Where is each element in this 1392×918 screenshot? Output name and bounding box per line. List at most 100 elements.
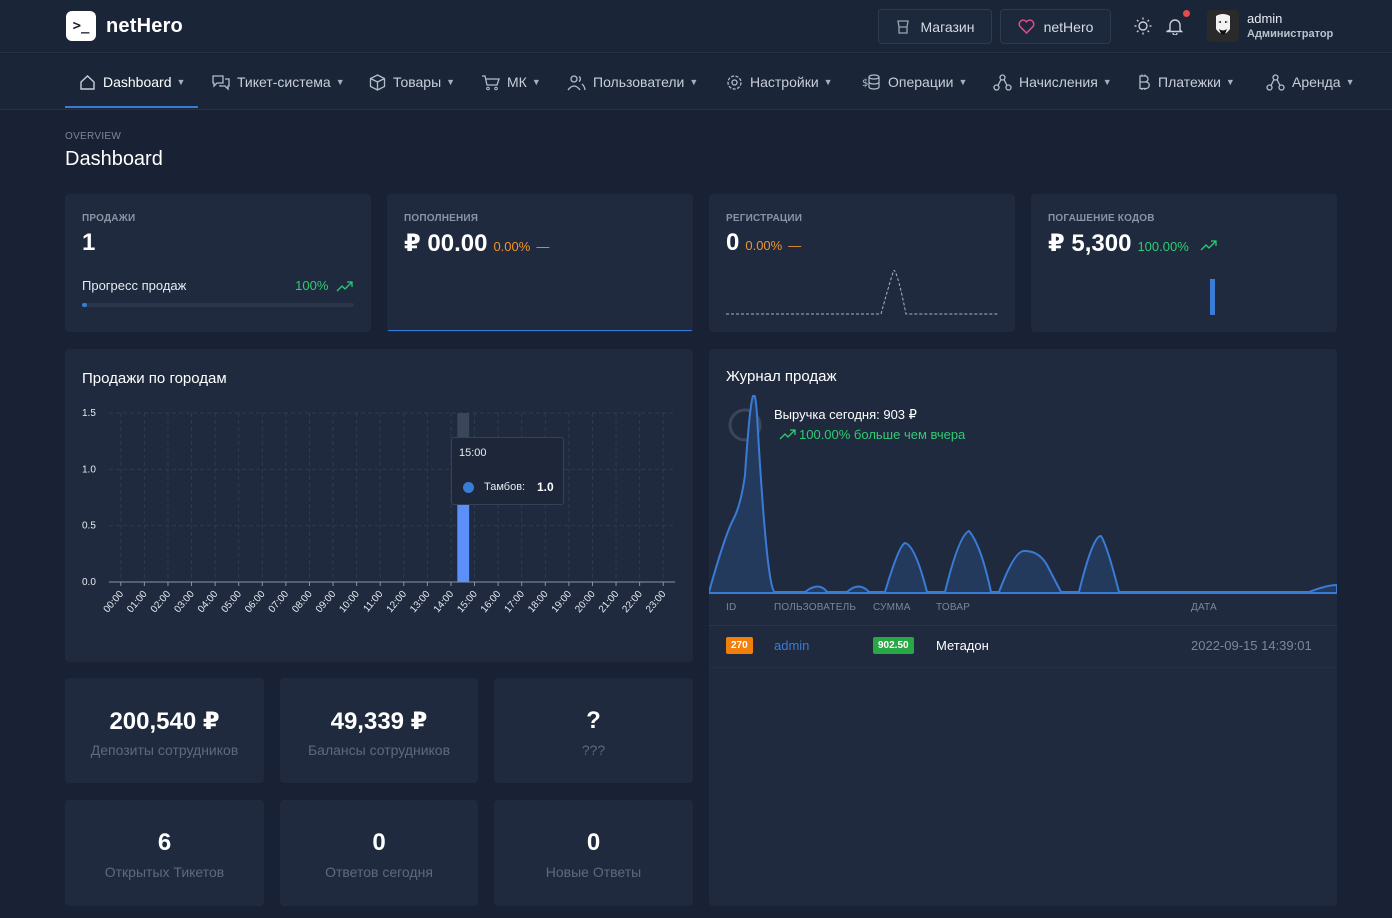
chevron-down-icon: ▼ bbox=[689, 77, 699, 87]
x-tick-label: 18:00 bbox=[526, 589, 551, 616]
city-sales-chart[interactable]: 0.0 0.5 1.0 1.5 00:00 01:00 02:00 03:00 04:00 05:… bbox=[65, 349, 693, 662]
col-date[interactable]: ДАТА bbox=[1191, 602, 1217, 613]
nav-dashboard[interactable]: Dashboard ▼ bbox=[79, 54, 185, 110]
codes-label: ПОГАШЕНИЕ КОДОВ bbox=[1048, 213, 1155, 224]
tile-label: Депозиты сотрудников bbox=[90, 742, 239, 758]
tile-value: 0 bbox=[586, 829, 601, 856]
trend-up-icon bbox=[1200, 240, 1218, 251]
box-icon bbox=[369, 73, 386, 91]
journal-change-row: 100.00% больше чем вчера bbox=[779, 427, 965, 442]
chevron-down-icon: ▼ bbox=[1102, 77, 1112, 87]
sales-progress-bar bbox=[82, 303, 354, 307]
sales-label: ПРОДАЖИ bbox=[82, 213, 136, 224]
nav-users[interactable]: Пользователи ▼ bbox=[567, 54, 698, 110]
tile-new-replies: 0 Новые Ответы bbox=[494, 800, 693, 906]
codes-value-row: ₽ 5,300 100.00% bbox=[1048, 229, 1218, 258]
nav-label: Пользователи bbox=[593, 74, 685, 90]
sales-card: ПРОДАЖИ 1 Прогресс продаж 100% bbox=[65, 194, 371, 332]
codes-bar bbox=[1210, 279, 1215, 315]
nav-operations[interactable]: $ Операции ▼ bbox=[862, 54, 967, 110]
active-tab-indicator bbox=[65, 106, 198, 108]
brand[interactable]: >_ netHero bbox=[66, 11, 183, 41]
nethero-button[interactable]: netHero bbox=[1000, 9, 1111, 44]
terminal-logo-icon: >_ bbox=[66, 11, 96, 41]
nav-settings[interactable]: Настройки ▼ bbox=[726, 54, 833, 110]
codes-value: ₽ 5,300 bbox=[1048, 230, 1132, 257]
bitcoin-icon bbox=[1139, 74, 1150, 90]
col-product[interactable]: ТОВАР bbox=[936, 602, 970, 613]
x-tick-label: 22:00 bbox=[620, 589, 645, 616]
table-row-divider bbox=[709, 667, 1337, 668]
x-tick-label: 19:00 bbox=[550, 589, 575, 616]
x-tick-label: 00:00 bbox=[102, 589, 127, 616]
registrations-pct: 0.00% bbox=[745, 238, 783, 253]
sales-progress-fill bbox=[82, 303, 88, 307]
network-icon bbox=[993, 73, 1012, 91]
chevron-down-icon: ▼ bbox=[823, 77, 833, 87]
heart-icon bbox=[1018, 19, 1035, 34]
x-tick-label: 14:00 bbox=[432, 589, 457, 616]
nav-mk[interactable]: МК ▼ bbox=[481, 54, 541, 110]
user-role: Администратор bbox=[1247, 28, 1334, 40]
nav-payments[interactable]: Платежки ▼ bbox=[1137, 54, 1235, 110]
chevron-down-icon: ▼ bbox=[335, 77, 345, 87]
sales-progress-value: 100% bbox=[295, 278, 329, 293]
y-tick-label: 1.5 bbox=[82, 408, 96, 419]
topups-card: ПОПОЛНЕНИЯ ₽ 00.00 0.00% — bbox=[387, 194, 693, 332]
user-name[interactable]: admin bbox=[1247, 11, 1282, 26]
nethero-button-label: netHero bbox=[1043, 18, 1094, 35]
journal-revenue: Выручка сегодня: 903 ₽ bbox=[774, 407, 917, 422]
nav-label: Тикет-система bbox=[237, 74, 331, 90]
tile-label: Открытых Тикетов bbox=[104, 864, 225, 880]
avatar[interactable] bbox=[1207, 10, 1239, 42]
notification-dot bbox=[1183, 10, 1190, 17]
row-date: 2022-09-15 14:39:01 bbox=[1191, 638, 1312, 653]
shop-button[interactable]: Магазин bbox=[878, 9, 992, 44]
tile-replies-today: 0 Ответов сегодня bbox=[280, 800, 478, 906]
journal-change: 100.00% больше чем вчера bbox=[799, 427, 966, 442]
theme-toggle[interactable] bbox=[1133, 16, 1153, 36]
nav-rent[interactable]: Аренда ▼ bbox=[1266, 54, 1355, 110]
nav-label: Начисления bbox=[1019, 74, 1098, 90]
sun-icon bbox=[1134, 17, 1152, 35]
col-sum[interactable]: СУММА bbox=[873, 602, 911, 613]
chevron-down-icon: ▼ bbox=[446, 77, 456, 87]
row-sum-badge: 902.50 bbox=[873, 637, 914, 654]
nav-products[interactable]: Товары ▼ bbox=[369, 54, 455, 110]
row-user-link[interactable]: admin bbox=[774, 638, 809, 653]
sales-value: 1 bbox=[82, 229, 96, 256]
topups-label: ПОПОЛНЕНИЯ bbox=[404, 213, 479, 224]
tooltip-time: 15:00 bbox=[459, 447, 487, 459]
col-user[interactable]: ПОЛЬЗОВАТЕЛЬ bbox=[774, 602, 856, 613]
tile-value: 200,540 ₽ bbox=[109, 708, 220, 735]
sales-progress-label: Прогресс продаж bbox=[82, 278, 187, 293]
registrations-card: РЕГИСТРАЦИИ 0 0.00% — bbox=[709, 194, 1015, 332]
breadcrumb: OVERVIEW bbox=[65, 131, 122, 142]
sales-progress-pct: 100% bbox=[295, 278, 354, 293]
tooltip-series-dot bbox=[463, 482, 474, 493]
nav-label: МК bbox=[507, 74, 527, 90]
x-tick-label: 16:00 bbox=[479, 589, 504, 616]
registrations-label: РЕГИСТРАЦИИ bbox=[726, 213, 803, 224]
topups-trend: — bbox=[536, 239, 550, 254]
table-divider bbox=[709, 625, 1337, 626]
tile-unknown: ? ??? bbox=[494, 678, 693, 783]
col-id[interactable]: ID bbox=[726, 602, 736, 613]
x-tick-label: 10:00 bbox=[337, 589, 362, 616]
chevron-down-icon: ▼ bbox=[958, 77, 968, 87]
nav-label: Аренда bbox=[1292, 74, 1341, 90]
nav-tickets[interactable]: Тикет-система ▼ bbox=[212, 54, 345, 110]
city-sales-card: Продажи по городам 0.0 0.5 1.0 1.5 00:00 01:0… bbox=[65, 349, 693, 662]
main-navigation: Dashboard ▼ Тикет-система ▼ Товары ▼ МК ▼ По… bbox=[0, 54, 1392, 110]
x-tick-label: 04:00 bbox=[196, 589, 221, 616]
notifications-button[interactable] bbox=[1165, 10, 1190, 36]
nav-accruals[interactable]: Начисления ▼ bbox=[993, 54, 1112, 110]
row-id-badge: 270 bbox=[726, 637, 753, 654]
codes-card: ПОГАШЕНИЕ КОДОВ ₽ 5,300 100.00% bbox=[1031, 194, 1337, 332]
tile-label: Ответов сегодня bbox=[325, 864, 433, 880]
registrations-value: 0 bbox=[726, 229, 740, 256]
tile-value: ? bbox=[586, 707, 601, 734]
x-tick-label: 13:00 bbox=[408, 589, 433, 616]
journal-area-chart bbox=[709, 395, 1337, 594]
brand-name: netHero bbox=[106, 14, 183, 37]
